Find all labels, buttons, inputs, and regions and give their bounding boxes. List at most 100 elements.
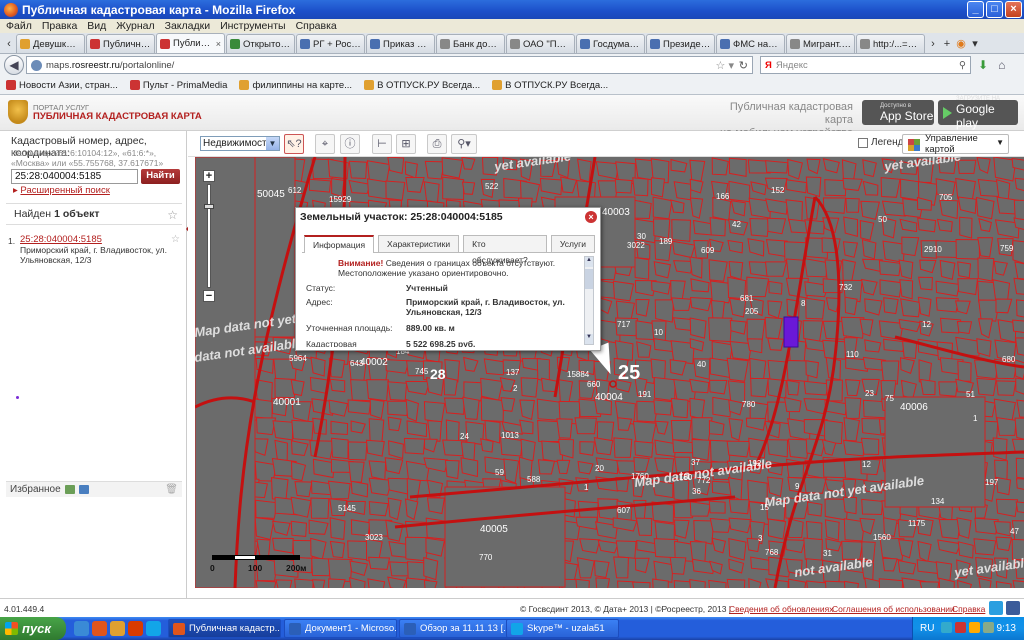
- parcel-boundary[interactable]: [274, 439, 288, 461]
- map-management-button[interactable]: Управление картой ▼: [902, 133, 1009, 155]
- parcel-boundary[interactable]: [520, 377, 539, 398]
- parcel-boundary[interactable]: [785, 179, 808, 194]
- parcel-boundary[interactable]: [844, 397, 862, 419]
- parcel-boundary[interactable]: [1012, 580, 1024, 588]
- parcel-boundary[interactable]: [670, 397, 689, 419]
- parcel-boundary[interactable]: [423, 181, 440, 203]
- parcel-boundary[interactable]: [845, 197, 860, 213]
- parcel-boundary[interactable]: [368, 418, 385, 444]
- parcel-boundary[interactable]: [310, 497, 330, 519]
- browser-tab[interactable]: Госдума под...: [576, 34, 645, 53]
- parcel-boundary[interactable]: [787, 578, 807, 588]
- identify-tool-icon[interactable]: ⇖?: [284, 134, 304, 154]
- parcel-boundary[interactable]: [898, 259, 914, 280]
- parcel-boundary[interactable]: [880, 177, 901, 198]
- parcel-boundary[interactable]: [671, 297, 692, 311]
- parcel-boundary[interactable]: [842, 439, 865, 457]
- tab-services[interactable]: Услуги: [550, 235, 595, 252]
- tab-who-serves[interactable]: Кто обслуживает?: [463, 235, 547, 265]
- parcel-boundary[interactable]: [484, 420, 501, 444]
- menu-item[interactable]: Журнал: [116, 20, 154, 32]
- parcel-block[interactable]: [444, 486, 566, 588]
- browser-tab[interactable]: ФМС насчит...: [716, 34, 785, 53]
- parcel-boundary[interactable]: [461, 157, 476, 170]
- parcel-boundary[interactable]: [275, 579, 293, 588]
- parcel-boundary[interactable]: [864, 298, 883, 316]
- parcel-boundary[interactable]: [294, 578, 314, 588]
- parcel-boundary[interactable]: [634, 557, 650, 574]
- parcel-boundary[interactable]: [574, 417, 597, 435]
- parcel-boundary[interactable]: [577, 460, 594, 475]
- quicklaunch-skype-icon[interactable]: [146, 621, 161, 636]
- parcel-boundary[interactable]: [329, 378, 346, 393]
- parcel-boundary[interactable]: [427, 420, 443, 442]
- parcel-boundary[interactable]: [864, 339, 882, 353]
- parcel-boundary[interactable]: [974, 517, 999, 535]
- parcel-boundary[interactable]: [406, 478, 421, 503]
- parcel-boundary[interactable]: [387, 381, 408, 401]
- parcel-boundary[interactable]: [579, 441, 595, 456]
- measure-length-icon[interactable]: ⊢: [372, 134, 392, 154]
- parcel-boundary[interactable]: [712, 396, 732, 418]
- parcel-boundary[interactable]: [595, 161, 620, 180]
- parcel-boundary[interactable]: [709, 379, 728, 395]
- parcel-boundary[interactable]: [634, 257, 650, 280]
- popup-scrollbar[interactable]: ▲ ▼: [584, 256, 594, 345]
- parcel-boundary[interactable]: [978, 577, 992, 588]
- parcel-boundary[interactable]: [882, 557, 898, 572]
- parcel-boundary[interactable]: [860, 200, 880, 221]
- facebook-icon[interactable]: [1006, 601, 1020, 615]
- parcel-boundary[interactable]: [480, 438, 494, 453]
- parcel-boundary[interactable]: [348, 461, 365, 483]
- rosreestr-emblem-icon[interactable]: [8, 100, 28, 124]
- menu-item[interactable]: Инструменты: [220, 20, 285, 32]
- parcel-boundary[interactable]: [899, 279, 914, 300]
- parcel-boundary[interactable]: [973, 538, 997, 556]
- parcel-boundary[interactable]: [460, 457, 479, 478]
- parcel-boundary[interactable]: [938, 381, 959, 397]
- parcel-boundary[interactable]: [765, 160, 789, 174]
- browser-tab[interactable]: Публичн...×: [156, 33, 225, 53]
- parcel-boundary[interactable]: [806, 158, 821, 175]
- parcel-boundary[interactable]: [635, 517, 653, 537]
- parcel-boundary[interactable]: [330, 420, 349, 436]
- parcel-boundary[interactable]: [917, 540, 932, 563]
- parcel-boundary[interactable]: [919, 581, 940, 588]
- browser-tab[interactable]: Публичная к...: [86, 34, 155, 53]
- parcel-boundary[interactable]: [519, 419, 534, 435]
- parcel-boundary[interactable]: [689, 159, 706, 182]
- parcel-boundary[interactable]: [1014, 417, 1024, 441]
- result-star-icon[interactable]: ☆: [171, 235, 180, 245]
- parcel-boundary[interactable]: [995, 498, 1019, 518]
- parcel-boundary[interactable]: [803, 380, 829, 396]
- parcel-boundary[interactable]: [480, 377, 504, 401]
- tab-characteristics[interactable]: Характеристики: [378, 235, 460, 252]
- menu-item[interactable]: Файл: [6, 20, 32, 32]
- parcel-boundary[interactable]: [689, 501, 711, 517]
- parcel-boundary[interactable]: [367, 556, 391, 570]
- terms-link[interactable]: Соглашения об использовании: [832, 604, 955, 614]
- menu-item[interactable]: Правка: [42, 20, 77, 32]
- parcel-boundary[interactable]: [615, 540, 637, 559]
- parcel-boundary[interactable]: [995, 380, 1017, 396]
- parcel-boundary[interactable]: [1013, 277, 1024, 295]
- parcel-boundary[interactable]: [597, 539, 619, 554]
- parcel-boundary[interactable]: [708, 317, 733, 343]
- parcel-boundary[interactable]: [747, 238, 765, 257]
- parcel-boundary[interactable]: [595, 577, 610, 588]
- parcel-boundary[interactable]: [689, 178, 704, 194]
- parcel-boundary[interactable]: [347, 441, 368, 461]
- parcel-boundary[interactable]: [842, 496, 857, 515]
- taskbar-task[interactable]: Skype™ - uzala51: [506, 619, 619, 638]
- parcel-boundary[interactable]: [327, 480, 351, 500]
- parcel-boundary[interactable]: [787, 158, 804, 180]
- parcel-boundary[interactable]: [689, 296, 712, 312]
- parcel-boundary[interactable]: [669, 556, 687, 575]
- parcel-boundary[interactable]: [310, 356, 326, 377]
- parcel-boundary[interactable]: [348, 577, 366, 588]
- parcel-boundary[interactable]: [612, 280, 635, 302]
- zoom-out-button[interactable]: −: [203, 290, 215, 302]
- parcel-boundary[interactable]: [995, 298, 1013, 314]
- menu-item[interactable]: Вид: [87, 20, 106, 32]
- parcel-boundary[interactable]: [576, 557, 595, 579]
